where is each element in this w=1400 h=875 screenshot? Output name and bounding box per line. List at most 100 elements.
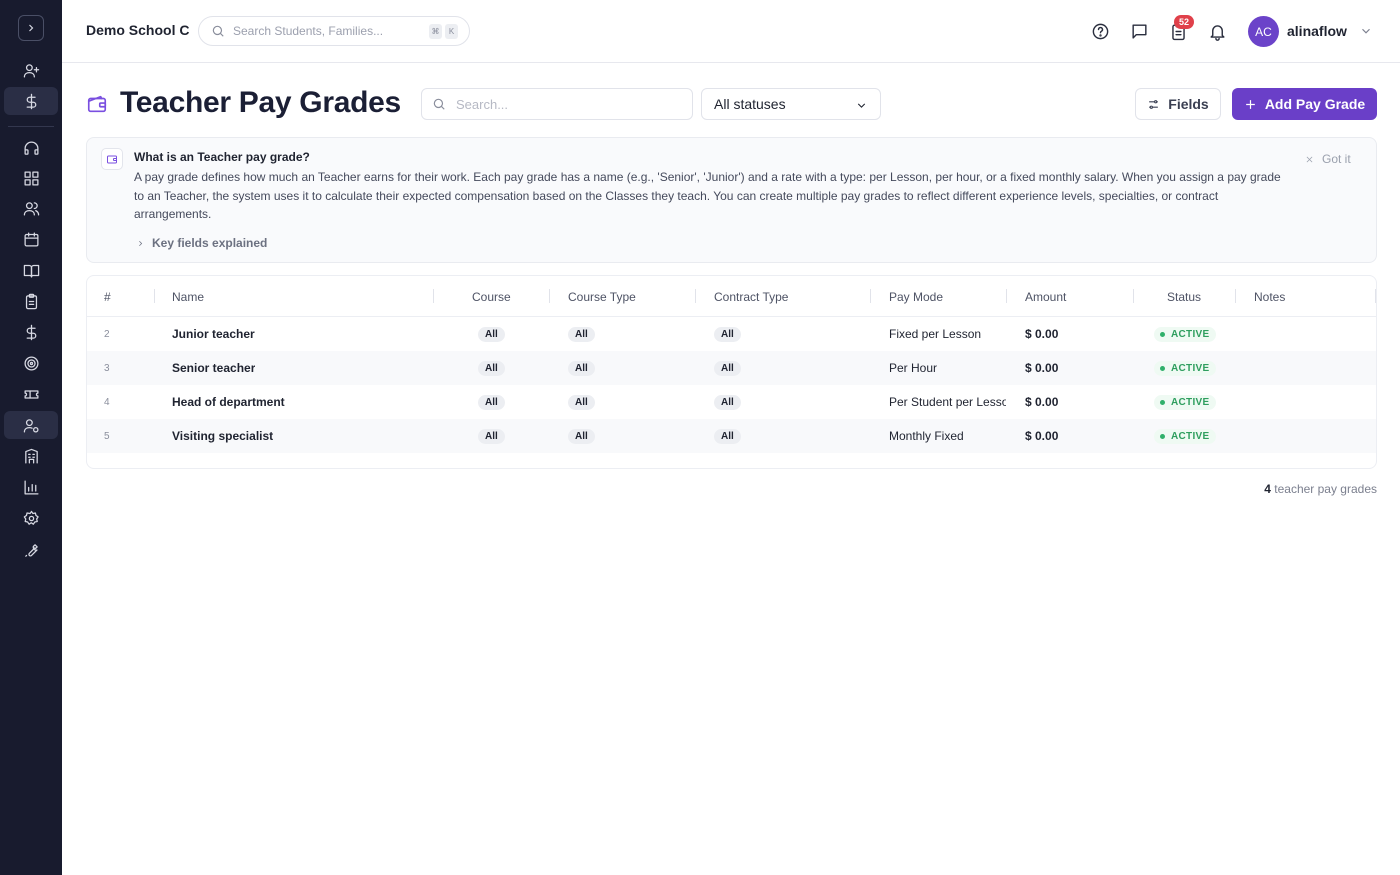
column-header-index[interactable]: #	[104, 290, 111, 304]
status-text: ACTIVE	[1171, 362, 1210, 374]
dismiss-info-button[interactable]: Got it	[1305, 152, 1351, 166]
clipboard-icon	[25, 293, 37, 309]
row-name: Head of department	[172, 395, 285, 409]
status-filter-select[interactable]: All statuses	[701, 88, 881, 120]
chevron-down-icon[interactable]	[1359, 24, 1373, 38]
sidebar-item-finance[interactable]	[4, 318, 58, 346]
key-fields-label: Key fields explained	[152, 236, 268, 250]
ticket-icon	[23, 389, 39, 399]
column-header-pay-mode[interactable]: Pay Mode	[889, 290, 943, 304]
headset-icon	[23, 140, 39, 155]
column-divider[interactable]	[154, 289, 155, 303]
wrench-icon	[24, 543, 38, 557]
column-header-course-type[interactable]: Course Type	[568, 290, 636, 304]
gear-icon	[23, 510, 39, 525]
column-header-amount[interactable]: Amount	[1025, 290, 1066, 304]
course-type-pill: All	[568, 428, 595, 444]
school-name[interactable]: Demo School C	[86, 22, 189, 38]
info-title: What is an Teacher pay grade?	[134, 150, 310, 164]
row-index: 2	[104, 328, 110, 340]
sidebar-item-goals[interactable]	[4, 349, 58, 377]
bell-icon[interactable]	[1206, 20, 1228, 42]
chevron-down-icon	[857, 103, 866, 108]
username[interactable]: alinaflow	[1287, 23, 1347, 39]
sidebar-item-settings[interactable]	[4, 504, 58, 532]
row-amount: $ 0.00	[1025, 429, 1059, 443]
global-search-input[interactable]: Search Students, Families... ⌘ K	[198, 16, 470, 46]
fields-button[interactable]: Fields	[1135, 88, 1221, 120]
column-header-status[interactable]: Status	[1167, 290, 1201, 304]
sidebar-item-tools[interactable]	[4, 536, 58, 564]
status-dot	[1160, 331, 1165, 337]
row-amount: $ 0.00	[1025, 395, 1059, 409]
add-pay-grade-label: Add Pay Grade	[1264, 96, 1366, 112]
table-row[interactable]: 5 Visiting specialist All All All Monthl…	[87, 419, 1376, 453]
user-cog-icon	[23, 418, 39, 433]
search-icon	[433, 98, 445, 110]
column-divider[interactable]	[1375, 289, 1376, 303]
column-divider[interactable]	[433, 289, 434, 303]
sidebar-item-people[interactable]	[4, 194, 58, 222]
contract-type-pill: All	[714, 394, 741, 410]
sidebar-item-reports[interactable]	[4, 473, 58, 501]
table-row[interactable]: 2 Junior teacher All All All Fixed per L…	[87, 317, 1376, 351]
bar-chart-icon	[23, 479, 39, 495]
column-divider[interactable]	[870, 289, 871, 303]
column-divider[interactable]	[549, 289, 550, 303]
column-divider[interactable]	[695, 289, 696, 303]
sidebar-item-calendar[interactable]	[4, 225, 58, 253]
course-pill: All	[478, 428, 505, 444]
dollar-icon	[26, 324, 36, 340]
column-header-name[interactable]: Name	[172, 290, 204, 304]
sidebar-item-tasks[interactable]	[4, 287, 58, 315]
sidebar-toggle-button[interactable]	[18, 15, 44, 41]
pay-grades-table: # Name Course Course Type Contract Type …	[86, 275, 1377, 469]
close-icon	[1306, 156, 1313, 162]
sidebar-item-buildings[interactable]	[4, 442, 58, 470]
status-dot	[1160, 365, 1165, 371]
wallet-icon	[101, 148, 123, 170]
contract-type-pill: All	[714, 360, 741, 376]
course-pill: All	[478, 326, 505, 342]
help-icon[interactable]	[1089, 20, 1111, 42]
row-pay-mode: Per Hour	[889, 361, 938, 375]
status-dot	[1160, 399, 1165, 405]
status-dot	[1160, 433, 1165, 439]
key-fields-toggle[interactable]: Key fields explained	[136, 236, 267, 250]
chat-icon[interactable]	[1128, 20, 1150, 42]
dismiss-info-label: Got it	[1322, 152, 1351, 166]
column-header-course[interactable]: Course	[472, 290, 511, 304]
sidebar-item-add-user[interactable]	[4, 56, 58, 84]
table-row[interactable]: 4 Head of department All All All Per Stu…	[87, 385, 1376, 419]
column-divider[interactable]	[1133, 289, 1134, 303]
sidebar-divider	[8, 126, 54, 127]
avatar[interactable]: AC	[1248, 16, 1279, 47]
search-placeholder: Search...	[456, 96, 509, 112]
column-divider[interactable]	[1006, 289, 1007, 303]
sidebar-item-dashboard[interactable]	[4, 164, 58, 192]
sidebar-item-support[interactable]	[4, 134, 58, 162]
status-text: ACTIVE	[1171, 430, 1210, 442]
row-pay-mode: Monthly Fixed	[889, 429, 964, 443]
column-divider[interactable]	[1235, 289, 1236, 303]
column-header-contract-type[interactable]: Contract Type	[714, 290, 788, 304]
sidebar-item-teachers[interactable]	[4, 411, 58, 439]
calendar-icon	[23, 231, 39, 247]
sidebar-item-courses[interactable]	[4, 256, 58, 284]
sidebar-item-tickets[interactable]	[4, 380, 58, 408]
row-name: Junior teacher	[172, 327, 255, 341]
sidebar-item-payments[interactable]	[4, 87, 58, 115]
column-header-notes[interactable]: Notes	[1254, 290, 1285, 304]
plus-icon	[1245, 99, 1255, 109]
info-banner: What is an Teacher pay grade? A pay grad…	[86, 137, 1377, 263]
dollar-icon	[26, 93, 36, 109]
search-input[interactable]: Search...	[421, 88, 693, 120]
contract-type-pill: All	[714, 428, 741, 444]
row-index: 3	[104, 362, 110, 374]
user-plus-icon	[23, 63, 39, 78]
table-row[interactable]: 3 Senior teacher All All All Per Hour $ …	[87, 351, 1376, 385]
shortcut-key-k: K	[445, 24, 458, 39]
add-pay-grade-button[interactable]: Add Pay Grade	[1232, 88, 1377, 120]
grid-icon	[23, 170, 39, 186]
target-icon	[23, 355, 39, 371]
